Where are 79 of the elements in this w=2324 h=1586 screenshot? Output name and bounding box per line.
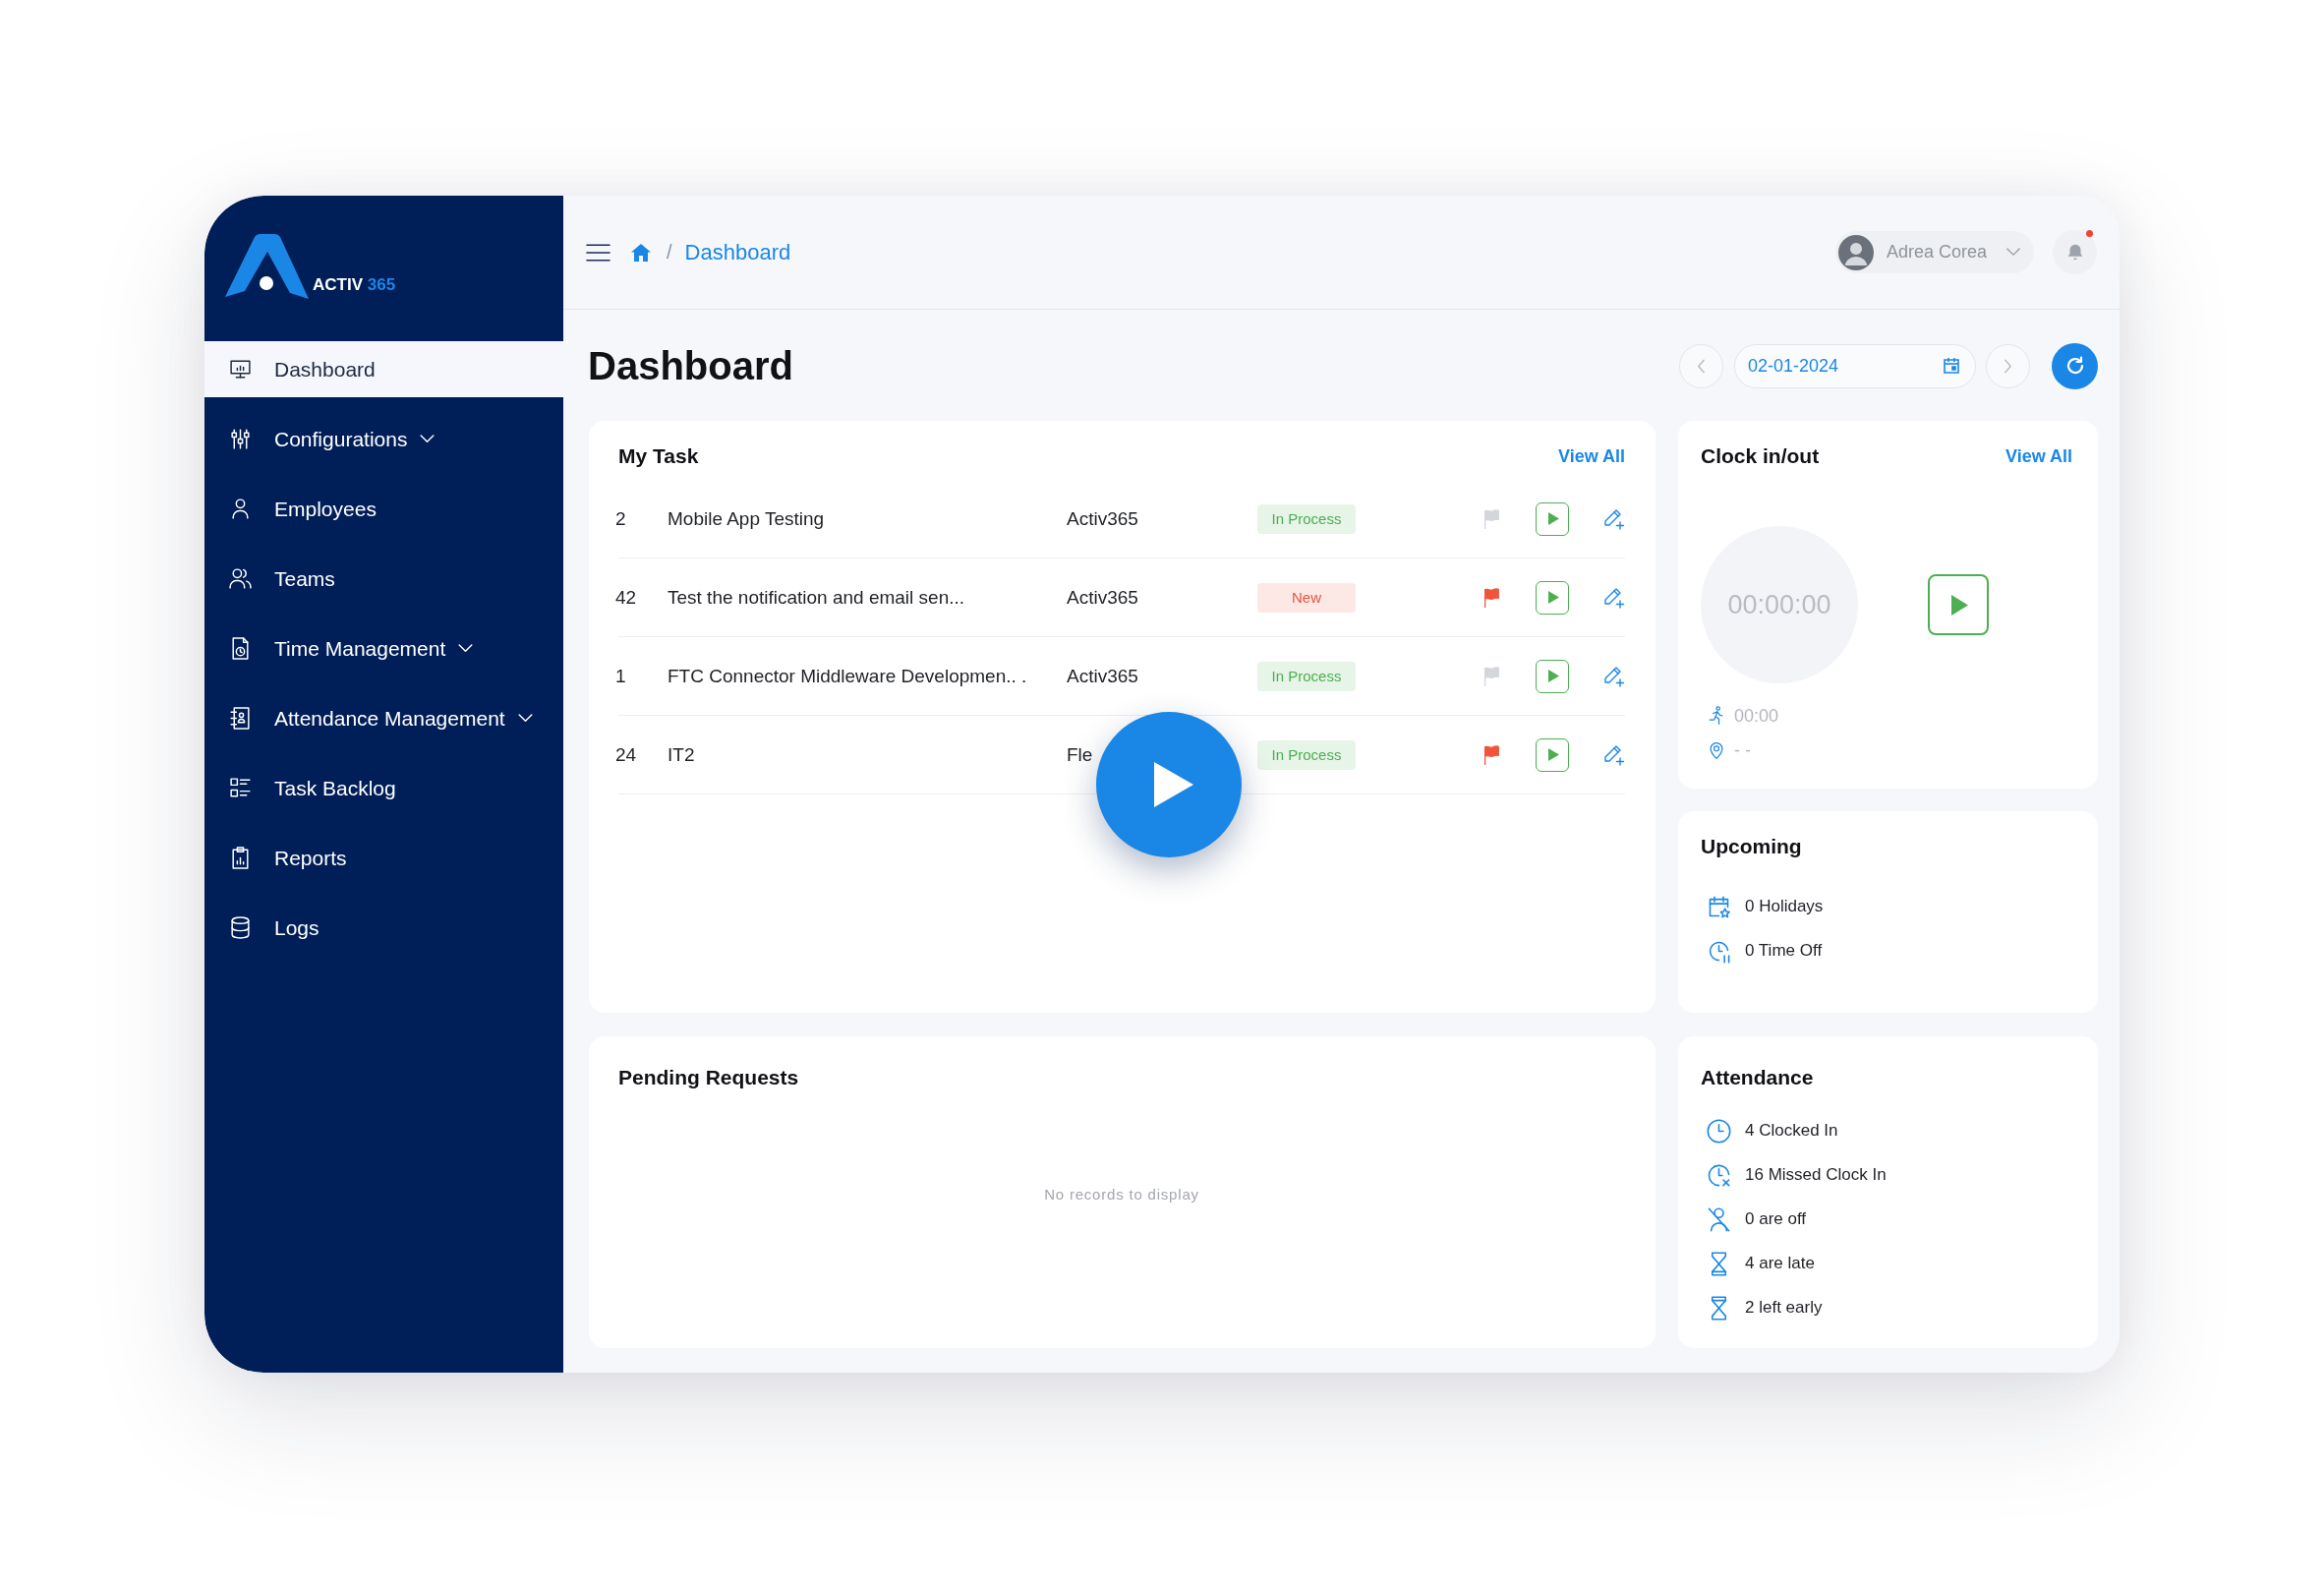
location-text: - - (1734, 739, 1751, 761)
task-name: FTC Connector Middleware Developmen.. . (668, 665, 1027, 687)
start-timer-button[interactable] (1536, 659, 1569, 693)
task-id: 42 (615, 586, 637, 609)
menu-icon[interactable] (586, 243, 610, 262)
play-icon (1154, 762, 1193, 807)
nav-item[interactable]: Configurations (204, 411, 563, 467)
logo-icon (225, 234, 309, 299)
status-badge: In Process (1257, 661, 1356, 691)
project-name: Activ365 (1067, 586, 1138, 609)
play-icon (1547, 512, 1559, 525)
status-badge: In Process (1257, 503, 1356, 534)
view-all-link[interactable]: View All (1557, 445, 1625, 467)
start-timer-button[interactable] (1536, 501, 1569, 536)
home-icon[interactable] (630, 242, 652, 263)
attendance-item: 0 are off (1745, 1209, 1807, 1229)
card-title: Attendance (1701, 1065, 1814, 1090)
timer-display: 00:00:00 (1701, 526, 1858, 683)
play-icon (1951, 594, 1968, 616)
chevron-left-icon (1697, 358, 1706, 374)
nav-item[interactable]: Employees (204, 481, 563, 537)
monitor-icon (228, 357, 253, 382)
project-name: Activ365 (1067, 665, 1138, 687)
nav-item[interactable]: Attendance Management (204, 690, 563, 746)
task-id: 2 (615, 507, 626, 530)
project-name: Fle (1067, 743, 1093, 766)
task-name: Mobile App Testing (668, 507, 825, 530)
chevron-right-icon (2004, 358, 2012, 374)
contact-book-icon (228, 706, 253, 731)
status-badge: New (1257, 582, 1356, 613)
attendance-item: 2 left early (1745, 1298, 1823, 1318)
play-icon (1547, 591, 1559, 604)
person-slash-icon (1706, 1205, 1732, 1233)
upcoming-item: 0 Time Off (1745, 941, 1823, 961)
logo-text: ACTIV 365 (313, 275, 396, 295)
nav-item[interactable]: Logs (204, 900, 563, 956)
date-field[interactable]: 02-01-2024 (1734, 343, 1976, 388)
page-title: Dashboard (588, 343, 793, 388)
sliders-icon (228, 427, 253, 451)
nav-item[interactable]: Dashboard (204, 341, 563, 397)
project-name: Activ365 (1067, 507, 1138, 530)
flag-icon[interactable] (1482, 743, 1501, 766)
breadcrumb-separator: / (667, 241, 672, 264)
nav-item[interactable]: Time Management (204, 620, 563, 676)
attendance-item: 4 are late (1745, 1254, 1815, 1273)
card-title: Upcoming (1701, 834, 1802, 859)
play-icon (1547, 748, 1559, 761)
task-name: Test the notification and email sen... (668, 586, 965, 609)
notification-button[interactable] (2053, 230, 2097, 274)
calendar-icon (1942, 356, 1961, 376)
people-icon (228, 566, 253, 591)
start-timer-button[interactable] (1536, 737, 1569, 772)
task-name: IT2 (668, 743, 695, 766)
elapsed-time: 00:00 (1734, 705, 1779, 727)
avatar-icon (1838, 234, 1874, 270)
refresh-button[interactable] (2052, 342, 2098, 389)
clock-in-button[interactable] (1928, 574, 1989, 635)
list-icon (228, 776, 253, 800)
empty-message: No records to display (1044, 1186, 1199, 1203)
start-timer-button[interactable] (1536, 580, 1569, 615)
upcoming-item: 0 Holidays (1745, 897, 1824, 916)
nav-item[interactable]: Task Backlog (204, 760, 563, 816)
nav-item[interactable]: Reports (204, 830, 563, 886)
card-title: Pending Requests (618, 1065, 799, 1090)
task-id: 24 (615, 743, 637, 766)
nav-item[interactable]: Teams (204, 551, 563, 607)
play-icon (1547, 670, 1559, 682)
chevron-down-icon (2006, 248, 2020, 257)
task-id: 1 (615, 665, 626, 687)
attendance-item: 16 Missed Clock In (1745, 1165, 1887, 1185)
database-icon (228, 915, 253, 940)
flag-icon[interactable] (1482, 586, 1501, 609)
breadcrumb-current: Dashboard (684, 239, 791, 265)
status-badge: In Process (1257, 739, 1356, 770)
clock-icon (1706, 1117, 1732, 1145)
attendance-item: 4 Clocked In (1745, 1121, 1838, 1141)
card-title: Clock in/out (1701, 443, 1820, 469)
card-title: My Task (618, 443, 699, 469)
view-all-link[interactable]: View All (2004, 445, 2072, 467)
